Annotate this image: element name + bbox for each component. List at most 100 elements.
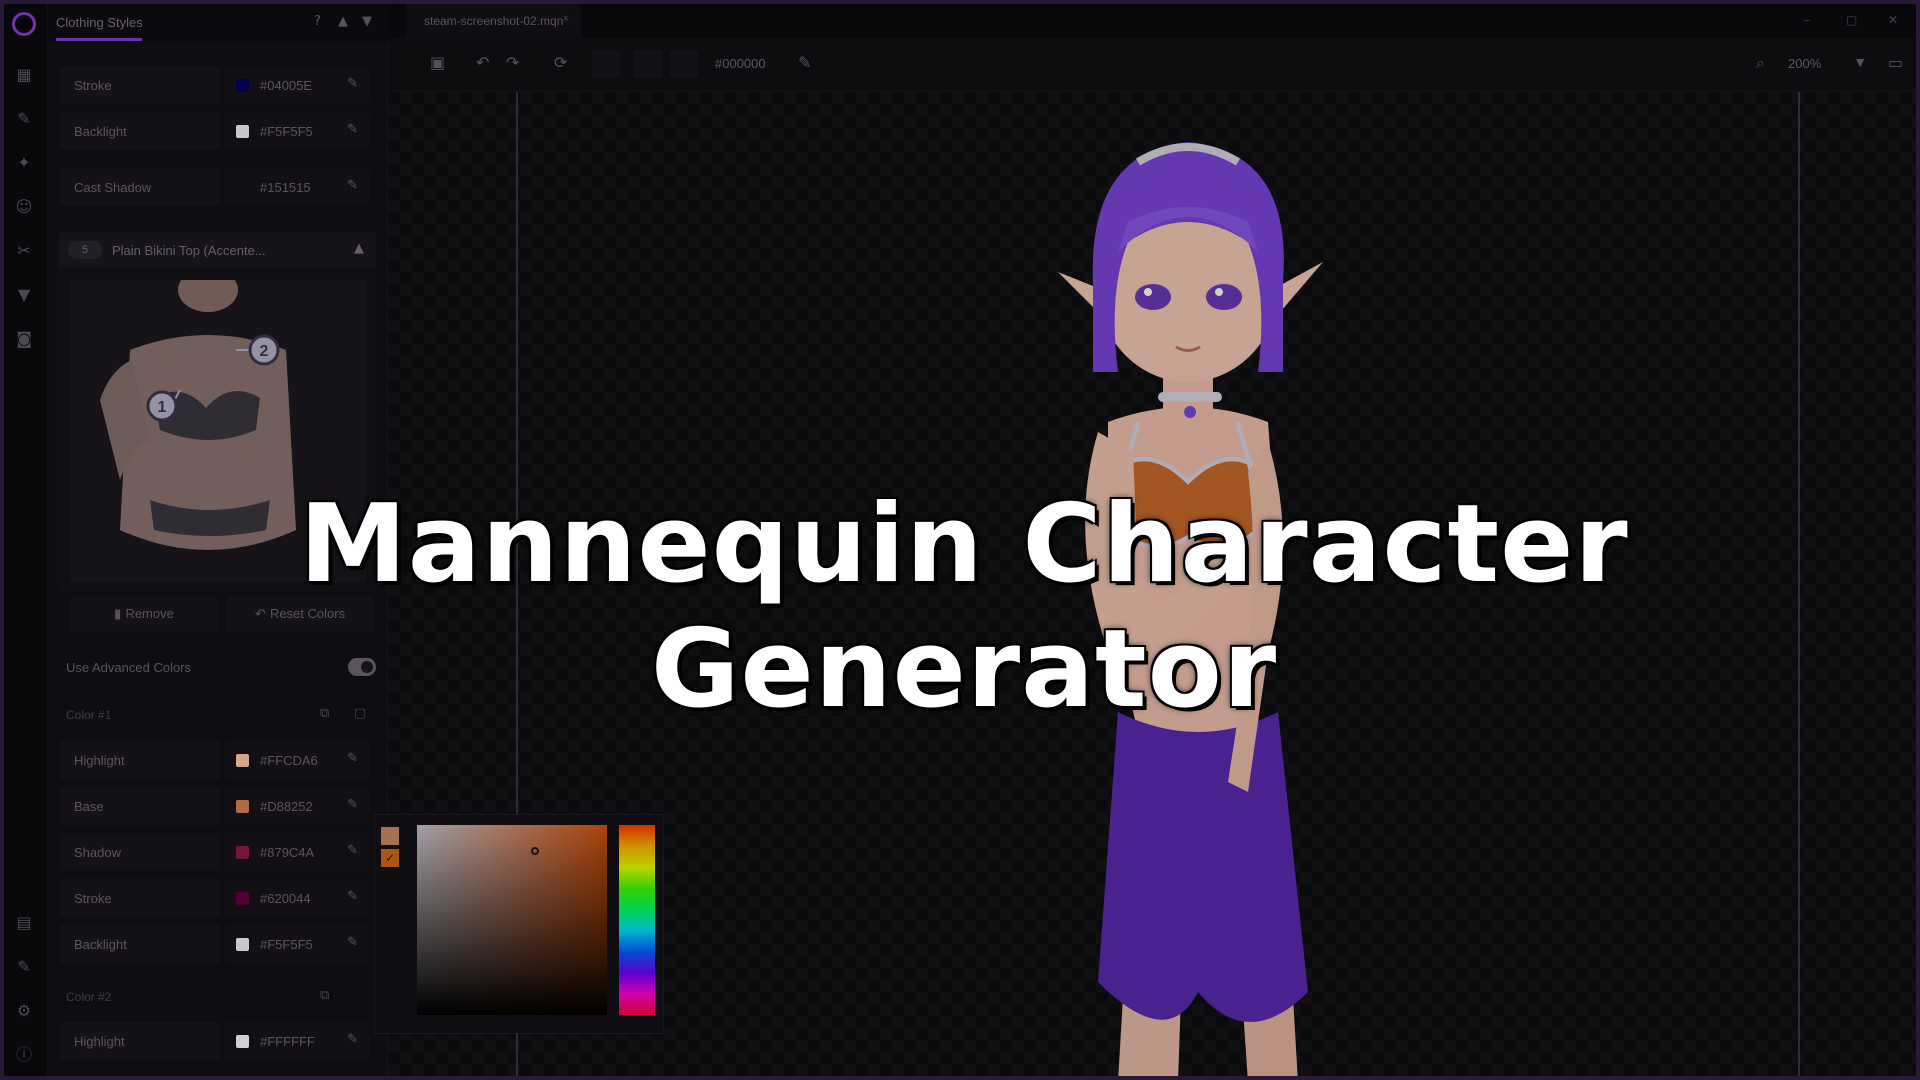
- tab-bar: steam-screenshot-02.mqn × – ▢ ✕: [388, 4, 1916, 38]
- color-row-label: Cast Shadow: [60, 168, 220, 206]
- eyedropper-icon[interactable]: ✎: [798, 53, 811, 72]
- eyedropper-icon[interactable]: ✎: [347, 797, 358, 812]
- redo-icon[interactable]: ↷: [506, 53, 519, 72]
- eyedropper-icon[interactable]: ✎: [347, 76, 358, 91]
- info-icon[interactable]: ⓘ: [13, 1044, 35, 1066]
- eyedropper-icon[interactable]: ✎: [347, 843, 358, 858]
- color-value-field[interactable]: #F5F5F5 ✎: [224, 112, 370, 150]
- eyedropper-icon[interactable]: ✎: [347, 122, 358, 137]
- color1-row-shadow: Shadow #879C4A ✎: [60, 833, 370, 871]
- saturation-value-field[interactable]: [417, 825, 607, 1015]
- color-value-field[interactable]: #FFCDA6 ✎: [224, 741, 370, 779]
- brush-icon[interactable]: ✎: [13, 108, 35, 130]
- app-logo-icon: [12, 12, 36, 36]
- color-value-field[interactable]: #04005E ✎: [224, 66, 370, 104]
- hex-value[interactable]: #620044: [260, 891, 311, 906]
- hex-value[interactable]: #879C4A: [260, 845, 314, 860]
- color-value-field[interactable]: #620044 ✎: [224, 879, 370, 917]
- pose-icon[interactable]: ✦: [13, 152, 35, 174]
- overlay-title: Mannequin Character Generator: [299, 482, 1629, 732]
- hex-value[interactable]: #F5F5F5: [260, 937, 313, 952]
- color-value-field[interactable]: #151515 ✎: [224, 168, 370, 206]
- hex-value[interactable]: #FFFFFF: [260, 1034, 315, 1049]
- color-value-field[interactable]: #FFFFFF ✎: [224, 1022, 370, 1060]
- color-swatch[interactable]: [236, 938, 249, 951]
- hex-value[interactable]: #FFCDA6: [260, 753, 318, 768]
- face-icon[interactable]: ☺: [13, 196, 35, 218]
- eyedropper-icon[interactable]: ✎: [347, 1032, 358, 1047]
- help-icon[interactable]: ?: [314, 14, 321, 29]
- refresh-icon[interactable]: ⟳: [554, 53, 567, 72]
- current-color-swatch[interactable]: ✓: [381, 849, 399, 867]
- clothing-item-name: Plain Bikini Top (Accente...: [112, 243, 266, 258]
- color-value-field[interactable]: #F5F5F5 ✎: [224, 925, 370, 963]
- fullscreen-icon[interactable]: ▭: [1888, 53, 1903, 72]
- chevron-down-icon[interactable]: ▼: [362, 14, 372, 29]
- app-window: ▦ ✎ ✦ ☺ ✂ ▼ ◙ ▤ ✎ ⚙ ⓘ Clothing Styles ? …: [0, 0, 1920, 1080]
- callout-1-label: 1: [158, 399, 167, 416]
- background-color-button[interactable]: [634, 50, 662, 78]
- undo-icon[interactable]: ↶: [476, 53, 489, 72]
- save-icon[interactable]: ▣: [430, 53, 445, 72]
- hex-value[interactable]: #151515: [260, 180, 311, 195]
- panel-title: Clothing Styles: [56, 15, 143, 30]
- hex-value[interactable]: #D88252: [260, 799, 313, 814]
- hue-slider[interactable]: [619, 825, 655, 1015]
- maximize-icon[interactable]: ▢: [1846, 13, 1857, 27]
- color-swatch[interactable]: [236, 800, 249, 813]
- close-tab-icon[interactable]: ×: [563, 13, 569, 25]
- color-value-field[interactable]: #D88252 ✎: [224, 787, 370, 825]
- zoom-icon[interactable]: ⌕: [1756, 53, 1765, 73]
- color1-row-backlight: Backlight #F5F5F5 ✎: [60, 925, 370, 963]
- color1-row-base: Base #D88252 ✎: [60, 787, 370, 825]
- color-row-label: Stroke: [60, 879, 220, 917]
- hex-value[interactable]: #F5F5F5: [260, 124, 313, 139]
- color-picker-handle[interactable]: [531, 847, 539, 855]
- minimize-icon[interactable]: –: [1804, 13, 1810, 27]
- color-swatch[interactable]: [236, 846, 249, 859]
- background-hex-value[interactable]: #000000: [715, 56, 766, 71]
- previous-color-swatch[interactable]: [381, 827, 399, 845]
- color-swatch[interactable]: [236, 892, 249, 905]
- color-swatch[interactable]: [236, 754, 249, 767]
- camera-icon[interactable]: ◙: [13, 328, 35, 350]
- color-picker-popup: ✓: [374, 814, 664, 1034]
- color-swatch[interactable]: [236, 125, 249, 138]
- color-row-stroke: Stroke #04005E ✎: [60, 66, 370, 104]
- color-swatch[interactable]: [236, 1035, 249, 1048]
- file-icon[interactable]: ▤: [13, 912, 35, 934]
- color-row-label: Backlight: [60, 112, 220, 150]
- eyedropper-icon[interactable]: ✎: [347, 889, 358, 904]
- document-tab[interactable]: steam-screenshot-02.mqn ×: [406, 4, 581, 38]
- scissors-icon[interactable]: ✂: [13, 240, 35, 262]
- color-value-field[interactable]: #879C4A ✎: [224, 833, 370, 871]
- color-row-label: Base: [60, 787, 220, 825]
- color-row-label: Shadow: [60, 833, 220, 871]
- eyedropper-icon[interactable]: ✎: [347, 751, 358, 766]
- frame-button[interactable]: [592, 50, 620, 78]
- color-row-label: Highlight: [60, 1022, 220, 1060]
- color2-row-highlight: Highlight #FFFFFF ✎: [60, 1022, 370, 1060]
- hex-value[interactable]: #04005E: [260, 78, 312, 93]
- callout-2-label: 2: [260, 343, 269, 360]
- collapse-icon[interactable]: ▲: [354, 241, 364, 256]
- zoom-level[interactable]: 200%: [1788, 56, 1821, 71]
- shirt-icon[interactable]: ▼: [13, 284, 35, 306]
- editor-toolbar: ▣ ↶ ↷ ⟳ #000000 ✎ ⌕ 200% ▼ ▭: [388, 38, 1916, 92]
- eyedropper-icon[interactable]: ✎: [347, 935, 358, 950]
- item-layer-badge: 5: [68, 241, 102, 259]
- clothing-item-header[interactable]: 5 Plain Bikini Top (Accente... ▲: [58, 232, 376, 268]
- settings-icon[interactable]: ⚙: [13, 1000, 35, 1022]
- brush-color-button[interactable]: [670, 50, 698, 78]
- pen-icon[interactable]: ✎: [13, 956, 35, 978]
- color-row-label: Stroke: [60, 66, 220, 104]
- eyedropper-icon[interactable]: ✎: [347, 178, 358, 193]
- zoom-dropdown-icon[interactable]: ▼: [1856, 56, 1864, 69]
- color-swatch[interactable]: [236, 181, 249, 194]
- chevron-up-icon[interactable]: ▲: [338, 14, 348, 29]
- document-tab-label: steam-screenshot-02.mqn: [424, 14, 564, 28]
- grid-icon[interactable]: ▦: [13, 64, 35, 86]
- color-swatch[interactable]: [236, 79, 249, 92]
- close-window-icon[interactable]: ✕: [1888, 13, 1898, 27]
- copy-icon[interactable]: ⧉: [320, 988, 329, 1003]
